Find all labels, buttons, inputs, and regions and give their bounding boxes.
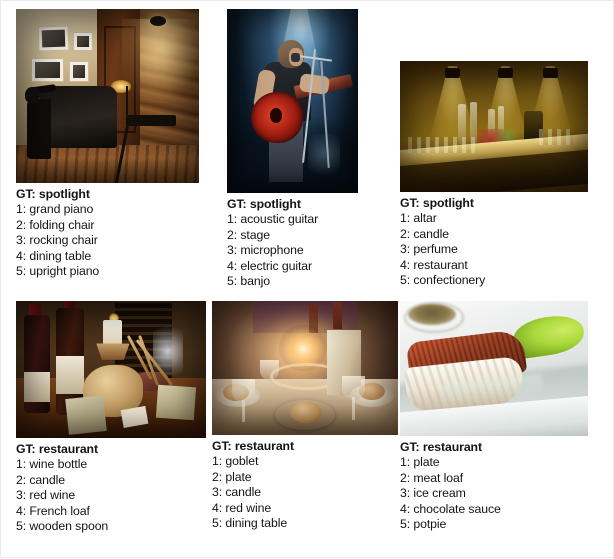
thumbnail-guitarist-on-stage xyxy=(227,9,358,193)
caption-cell-6: GT: restaurant 1: plate 2: meat loaf 3: … xyxy=(400,439,609,533)
prediction-5: 5: wooden spoon xyxy=(16,519,109,534)
prediction-3: 3: candle xyxy=(212,485,262,500)
prediction-4: 4: chocolate sauce xyxy=(400,501,501,516)
caption-cell-5: GT: restaurant 1: goblet 2: plate 3: can… xyxy=(212,438,395,532)
prediction-1: 1: plate xyxy=(400,455,440,469)
prediction-5: 5: upright piano xyxy=(16,264,100,279)
prediction-3: 3: perfume xyxy=(400,242,458,257)
results-figure: GT: spotlight 1: grand piano 2: folding … xyxy=(0,0,614,558)
thumbnail-wine-bread-and-cheese-table xyxy=(16,301,206,438)
ground-truth-label: GT: spotlight xyxy=(400,196,474,210)
prediction-1: 1: wine bottle xyxy=(16,457,88,471)
prediction-4: 4: electric guitar xyxy=(227,258,312,273)
prediction-2: 2: plate xyxy=(212,469,252,484)
result-cell-4: GT: restaurant 1: wine bottle 2: candle … xyxy=(1,291,206,549)
results-grid: GT: spotlight 1: grand piano 2: folding … xyxy=(1,1,614,559)
result-cell-5: GT: restaurant 1: goblet 2: plate 3: can… xyxy=(205,291,398,549)
caption-cell-1: GT: spotlight 1: grand piano 2: folding … xyxy=(16,186,205,280)
result-cell-3: GT: spotlight 1: altar 2: candle 3: perf… xyxy=(395,1,609,291)
prediction-2: 2: meat loaf xyxy=(400,470,464,485)
result-cell-6: GT: restaurant 1: plate 2: meat loaf 3: … xyxy=(395,291,609,549)
prediction-2: 2: stage xyxy=(227,227,270,242)
ground-truth-label: GT: restaurant xyxy=(16,442,98,456)
vignette-overlay xyxy=(212,301,398,435)
caption-cell-2: GT: spotlight 1: acoustic guitar 2: stag… xyxy=(227,196,395,290)
result-cell-2: GT: spotlight 1: acoustic guitar 2: stag… xyxy=(205,1,395,291)
prediction-1: 1: altar xyxy=(400,211,437,225)
prediction-1: 1: grand piano xyxy=(16,202,94,216)
caption-cell-3: GT: spotlight 1: altar 2: candle 3: perf… xyxy=(400,195,609,289)
prediction-1: 1: acoustic guitar xyxy=(227,212,319,226)
prediction-1: 1: goblet xyxy=(212,454,259,468)
vignette-overlay xyxy=(16,301,206,438)
thumbnail-candlelit-banquet-table xyxy=(212,301,398,435)
prediction-2: 2: folding chair xyxy=(16,217,95,232)
ground-truth-label: GT: restaurant xyxy=(212,439,294,453)
prediction-2: 2: candle xyxy=(400,226,450,241)
ground-truth-label: GT: spotlight xyxy=(227,197,301,211)
result-cell-1: GT: spotlight 1: grand piano 2: folding … xyxy=(1,1,205,291)
thumbnail-golden-lit-bar-counter xyxy=(400,61,588,192)
vignette-overlay xyxy=(16,9,199,183)
ground-truth-label: GT: restaurant xyxy=(400,440,482,454)
prediction-4: 4: French loaf xyxy=(16,503,90,518)
prediction-5: 5: confectionery xyxy=(400,273,486,288)
prediction-4: 4: restaurant xyxy=(400,257,468,272)
vignette-overlay xyxy=(400,61,588,192)
thumbnail-plated-fish-with-green-sauce xyxy=(400,301,588,436)
prediction-2: 2: candle xyxy=(16,472,66,487)
prediction-3: 3: ice cream xyxy=(400,486,466,501)
prediction-3: 3: microphone xyxy=(227,243,304,258)
prediction-3: 3: red wine xyxy=(16,488,76,503)
prediction-4: 4: dining table xyxy=(16,248,92,263)
caption-cell-4: GT: restaurant 1: wine bottle 2: candle … xyxy=(16,441,205,535)
thumbnail-dark-room-with-chairs-and-piano xyxy=(16,9,199,183)
prediction-5: 5: banjo xyxy=(227,274,270,289)
prediction-3: 3: rocking chair xyxy=(16,233,98,248)
ground-truth-label: GT: spotlight xyxy=(16,187,90,201)
prediction-5: 5: potpie xyxy=(400,517,447,532)
prediction-4: 4: red wine xyxy=(212,500,272,515)
vignette-overlay xyxy=(227,9,358,193)
prediction-5: 5: dining table xyxy=(212,516,288,531)
